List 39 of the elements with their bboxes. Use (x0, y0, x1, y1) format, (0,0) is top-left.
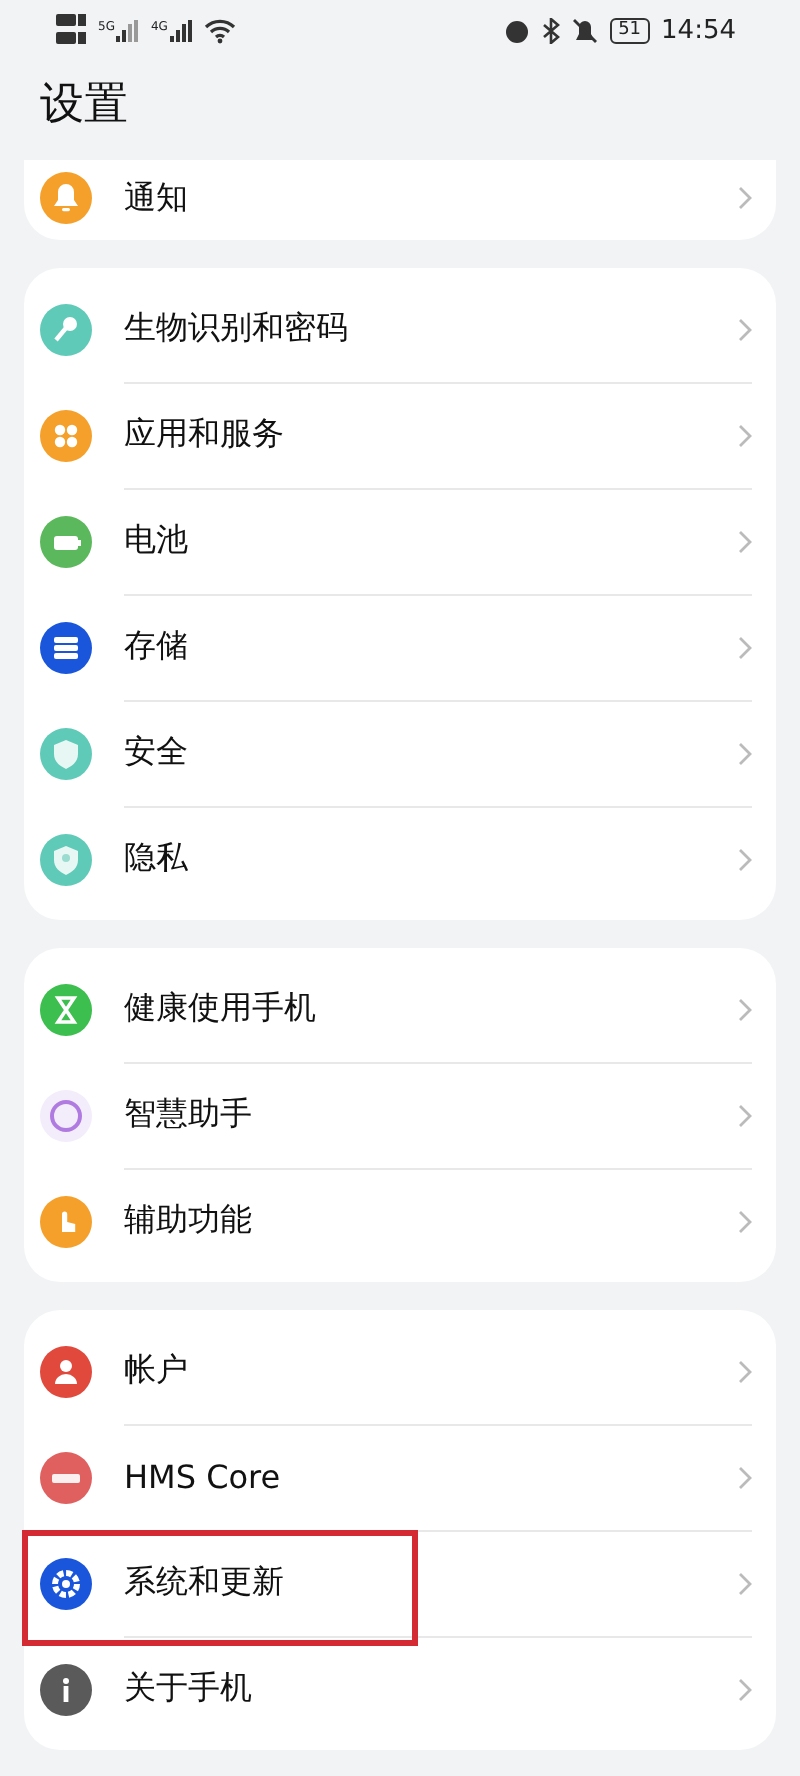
settings-item[interactable]: 隐私 (24, 806, 776, 912)
signal-icon (169, 19, 194, 41)
settings-item[interactable]: 帐户 (24, 1318, 776, 1424)
settings-item[interactable]: 辅助功能 (24, 1168, 776, 1274)
settings-item[interactable]: 系统和更新 (24, 1530, 776, 1636)
chevron-icon (738, 1209, 752, 1233)
settings-item[interactable]: 关于手机 (24, 1636, 776, 1742)
chevron-icon (738, 1677, 752, 1701)
page-title: 设置 (40, 78, 128, 134)
sim-card-icon (56, 10, 88, 50)
chevron-icon (738, 1103, 752, 1127)
clock-time: 14:54 (661, 15, 736, 45)
chevron-icon (738, 1359, 752, 1383)
chevron-icon (738, 317, 752, 341)
signal-icon (116, 19, 141, 41)
chevron-icon (738, 186, 752, 210)
chevron-icon (738, 635, 752, 659)
chevron-icon (738, 741, 752, 765)
ring-icon (40, 1089, 92, 1141)
settings-item[interactable]: 应用和服务 (24, 382, 776, 488)
settings-item[interactable]: 通知 (24, 160, 776, 236)
battery-level: 51 (610, 17, 650, 43)
settings-item[interactable]: 电池 (24, 488, 776, 594)
chevron-icon (738, 1571, 752, 1595)
settings-item[interactable]: 存储 (24, 594, 776, 700)
mute-bell-icon (572, 17, 599, 43)
settings-item[interactable]: 安全 (24, 700, 776, 806)
chevron-icon (738, 1465, 752, 1489)
chevron-icon (738, 423, 752, 447)
chevron-icon (738, 529, 752, 553)
wifi-icon (203, 17, 236, 43)
settings-item[interactable]: HMS Core (24, 1424, 776, 1530)
chevron-icon (738, 997, 752, 1021)
alarm-icon (504, 17, 531, 43)
settings-item[interactable]: 健康使用手机 (24, 956, 776, 1062)
settings-item[interactable]: 生物识别和密码 (24, 276, 776, 382)
settings-item[interactable]: 智慧助手 (24, 1062, 776, 1168)
bluetooth-icon (542, 17, 561, 43)
chevron-icon (738, 847, 752, 871)
